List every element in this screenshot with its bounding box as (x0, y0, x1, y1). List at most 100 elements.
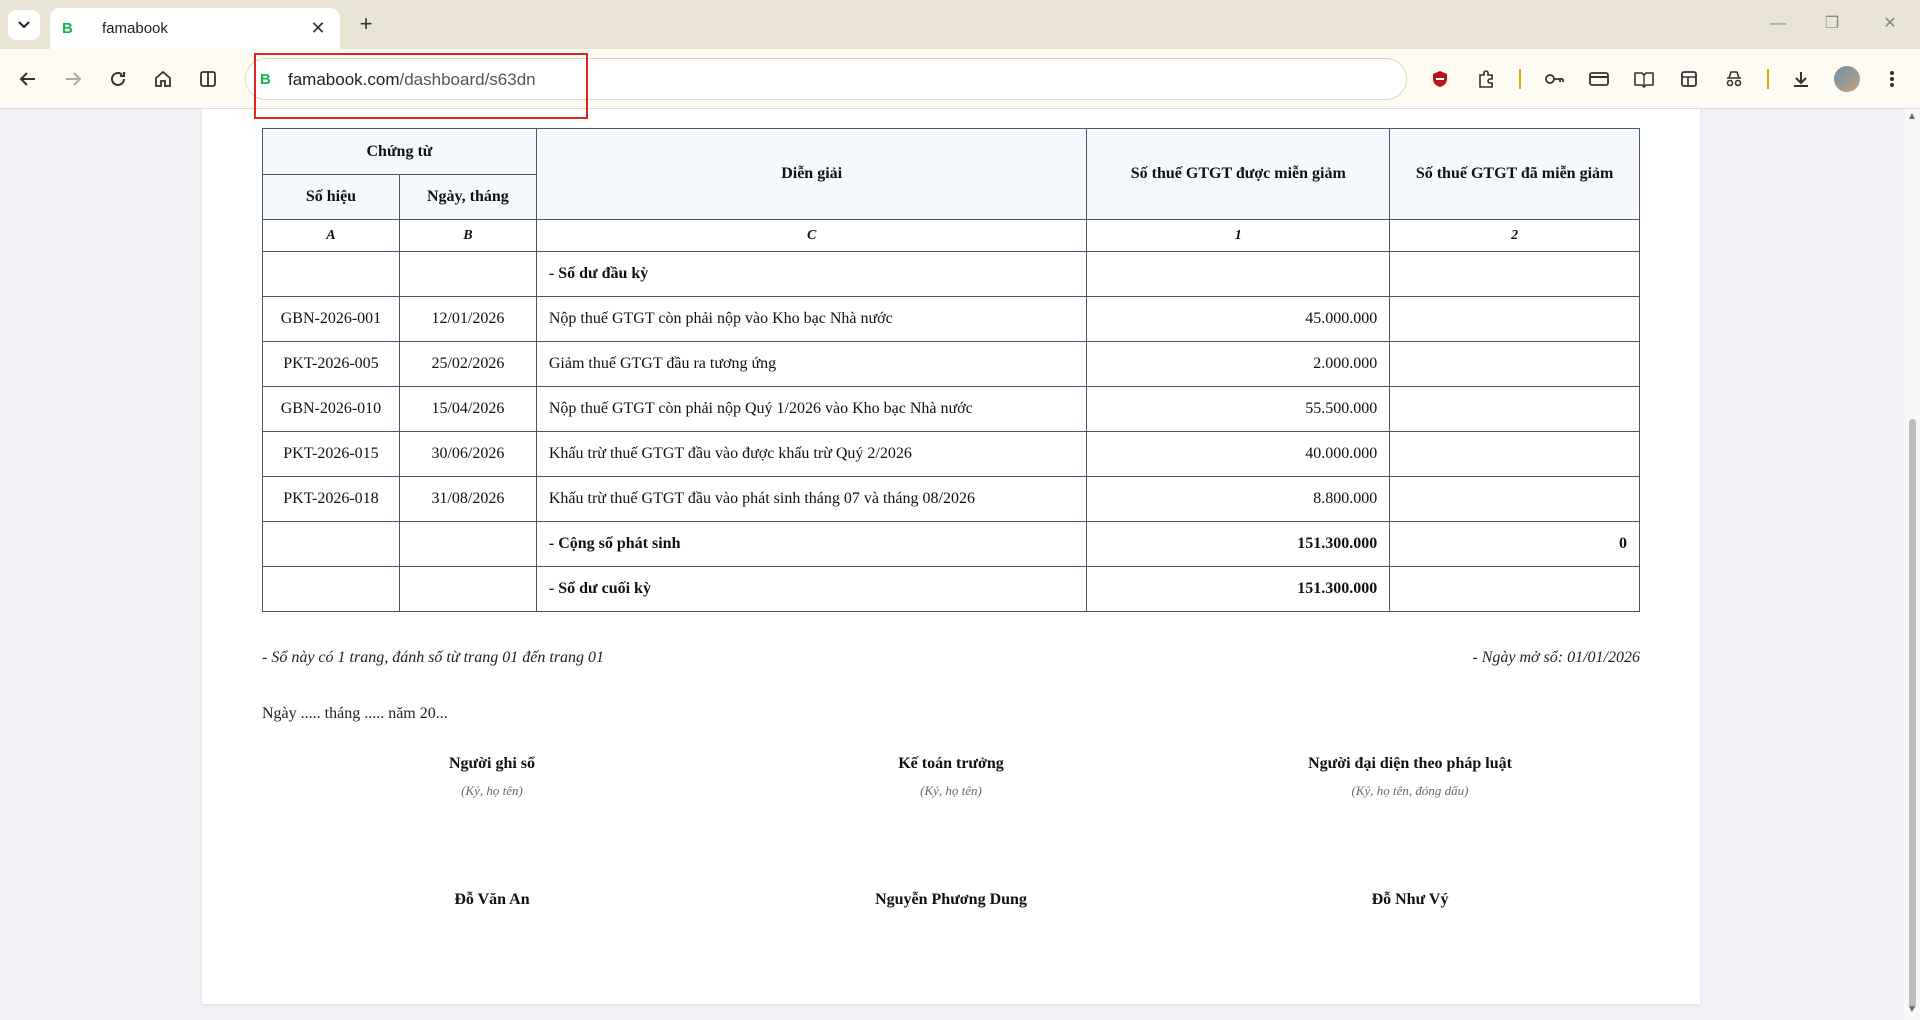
index-cell: C (535, 219, 1088, 252)
voucher-no-cell: PKT-2026-015 (262, 431, 400, 477)
index-cell: 1 (1086, 219, 1391, 252)
exempted-cell (1389, 341, 1640, 387)
password-key-icon[interactable] (1538, 63, 1570, 95)
signature-hint: (Ký, họ tên, đóng dấu) (1351, 783, 1469, 798)
amount-cell: 55.500.000 (1086, 386, 1391, 432)
voucher-group-header: Chứng từ (262, 128, 537, 175)
exempted-cell (1389, 476, 1640, 522)
signature-block-recorder: Người ghi sổ (Ký, họ tên) Đỗ Văn An (262, 755, 722, 909)
new-tab-button[interactable]: + (352, 12, 380, 38)
url-highlight-box (254, 53, 588, 119)
signature-name: Nguyễn Phương Dung (875, 891, 1027, 908)
vat-ledger-table: Chứng từ Diễn giải Số thuế GTGT được miễ… (262, 128, 1640, 612)
voucher-date-header: Ngày, tháng (398, 174, 537, 220)
table-row: PKT-2026-018 31/08/2026 Khấu trừ thuế GT… (262, 476, 1640, 522)
favicon-icon: B (62, 19, 73, 37)
restore-icon[interactable]: ❐ (1818, 12, 1846, 36)
scrollbar-thumb[interactable] (1909, 419, 1916, 1009)
window-close-icon[interactable]: ✕ (1876, 12, 1904, 36)
total-row: - Cộng số phát sinh 151.300.000 0 (262, 521, 1640, 567)
closing-balance-label: - Số dư cuối kỳ (535, 566, 1088, 612)
chevron-down-icon (18, 21, 30, 29)
forward-icon[interactable] (57, 63, 89, 95)
total-amount: 151.300.000 (1086, 521, 1391, 567)
voucher-no-header: Số hiệu (262, 174, 400, 220)
amount-cell: 8.800.000 (1086, 476, 1391, 522)
index-cell: A (262, 219, 400, 252)
voucher-no-cell: PKT-2026-018 (262, 476, 400, 522)
description-header: Diễn giải (535, 128, 1088, 220)
amount-cell: 40.000.000 (1086, 431, 1391, 477)
signature-hint: (Ký, họ tên) (461, 783, 523, 798)
table-row: PKT-2026-015 30/06/2026 Khấu trừ thuế GT… (262, 431, 1640, 477)
exempted-cell (1389, 386, 1640, 432)
index-cell: 2 (1389, 219, 1640, 252)
voucher-no-cell: GBN-2026-010 (262, 386, 400, 432)
voucher-no-cell: GBN-2026-001 (262, 296, 400, 342)
exempted-cell (1389, 296, 1640, 342)
signature-role: Người ghi sổ (448, 755, 536, 772)
index-cell: B (398, 219, 537, 252)
vertical-scrollbar[interactable]: ▲ ▼ (1904, 109, 1920, 1020)
total-label: - Cộng số phát sinh (535, 521, 1088, 567)
opening-balance-label: - Số dư đầu kỳ (535, 251, 1088, 297)
minimize-icon[interactable]: — (1764, 12, 1792, 36)
toolbar-separator (1767, 69, 1769, 89)
signature-block-legal-rep: Người đại diện theo pháp luật (Ký, họ tê… (1180, 755, 1640, 909)
voucher-date-cell: 12/01/2026 (398, 296, 537, 342)
reload-icon[interactable] (102, 63, 134, 95)
back-icon[interactable] (12, 63, 44, 95)
description-cell: Nộp thuế GTGT còn phải nộp Quý 1/2026 và… (535, 386, 1088, 432)
profile-avatar[interactable] (1834, 66, 1860, 92)
voucher-no-cell: PKT-2026-005 (262, 341, 400, 387)
voucher-date-cell: 31/08/2026 (398, 476, 537, 522)
extensions-icon[interactable] (1470, 63, 1502, 95)
page-count-note: - Sổ này có 1 trang, đánh số từ trang 01… (262, 649, 605, 666)
tab-strip: B famabook ✕ + — ❐ ✕ (0, 0, 1920, 49)
description-cell: Khấu trừ thuế GTGT đầu vào phát sinh thá… (535, 476, 1088, 522)
scroll-up-icon[interactable]: ▲ (1907, 111, 1917, 122)
table-row: PKT-2026-005 25/02/2026 Giảm thuế GTGT đ… (262, 341, 1640, 387)
closing-balance-row: - Số dư cuối kỳ 151.300.000 (262, 566, 1640, 612)
signature-hint: (Ký, họ tên) (920, 783, 982, 798)
amount-cell: 45.000.000 (1086, 296, 1391, 342)
description-cell: Khấu trừ thuế GTGT đầu vào được khấu trừ… (535, 431, 1088, 477)
split-view-icon[interactable] (192, 63, 224, 95)
date-line: Ngày ..... tháng ..... năm 20... (262, 705, 448, 722)
description-cell: Giảm thuế GTGT đầu ra tương ứng (535, 341, 1088, 387)
payment-card-icon[interactable] (1583, 63, 1615, 95)
toolbar-separator (1519, 69, 1521, 89)
signature-name: Đỗ Như Vý (1371, 891, 1449, 908)
scroll-down-icon[interactable]: ▼ (1907, 1004, 1917, 1015)
active-tab[interactable]: B famabook ✕ (50, 8, 340, 49)
reading-mode-icon[interactable] (1628, 63, 1660, 95)
close-tab-icon[interactable]: ✕ (308, 18, 328, 39)
voucher-date-cell: 25/02/2026 (398, 341, 537, 387)
exempted-cell (1389, 431, 1640, 477)
table-row: GBN-2026-010 15/04/2026 Nộp thuế GTGT cò… (262, 386, 1640, 432)
shield-icon[interactable] (1424, 63, 1456, 95)
menu-dots-icon[interactable] (1876, 63, 1908, 95)
exempt-amount-header: Số thuế GTGT được miễn giảm (1086, 128, 1391, 220)
open-date-note: - Ngày mở sổ: 01/01/2026 (1472, 649, 1640, 666)
closing-balance-amount: 151.300.000 (1086, 566, 1391, 612)
signature-role: Kế toán trưởng (898, 755, 1004, 772)
incognito-icon[interactable] (1718, 63, 1750, 95)
page-viewport: Chứng từ Diễn giải Số thuế GTGT được miễ… (0, 109, 1904, 1020)
exempted-amount-header: Số thuế GTGT đã miễn giảm (1389, 128, 1640, 220)
download-icon[interactable] (1785, 63, 1817, 95)
tab-title: famabook (102, 20, 168, 37)
voucher-date-cell: 15/04/2026 (398, 386, 537, 432)
total-exempted: 0 (1389, 521, 1640, 567)
tab-layout-icon[interactable] (1673, 63, 1705, 95)
table-row: GBN-2026-001 12/01/2026 Nộp thuế GTGT cò… (262, 296, 1640, 342)
voucher-date-cell: 30/06/2026 (398, 431, 537, 477)
signature-block-chief-accountant: Kế toán trưởng (Ký, họ tên) Nguyễn Phươn… (721, 755, 1181, 909)
opening-balance-row: - Số dư đầu kỳ (262, 251, 1640, 297)
signature-role: Người đại diện theo pháp luật (1308, 755, 1512, 772)
home-icon[interactable] (147, 63, 179, 95)
tab-search-button[interactable] (8, 10, 40, 40)
signature-name: Đỗ Văn An (454, 891, 530, 908)
amount-cell: 2.000.000 (1086, 341, 1391, 387)
description-cell: Nộp thuế GTGT còn phải nộp vào Kho bạc N… (535, 296, 1088, 342)
